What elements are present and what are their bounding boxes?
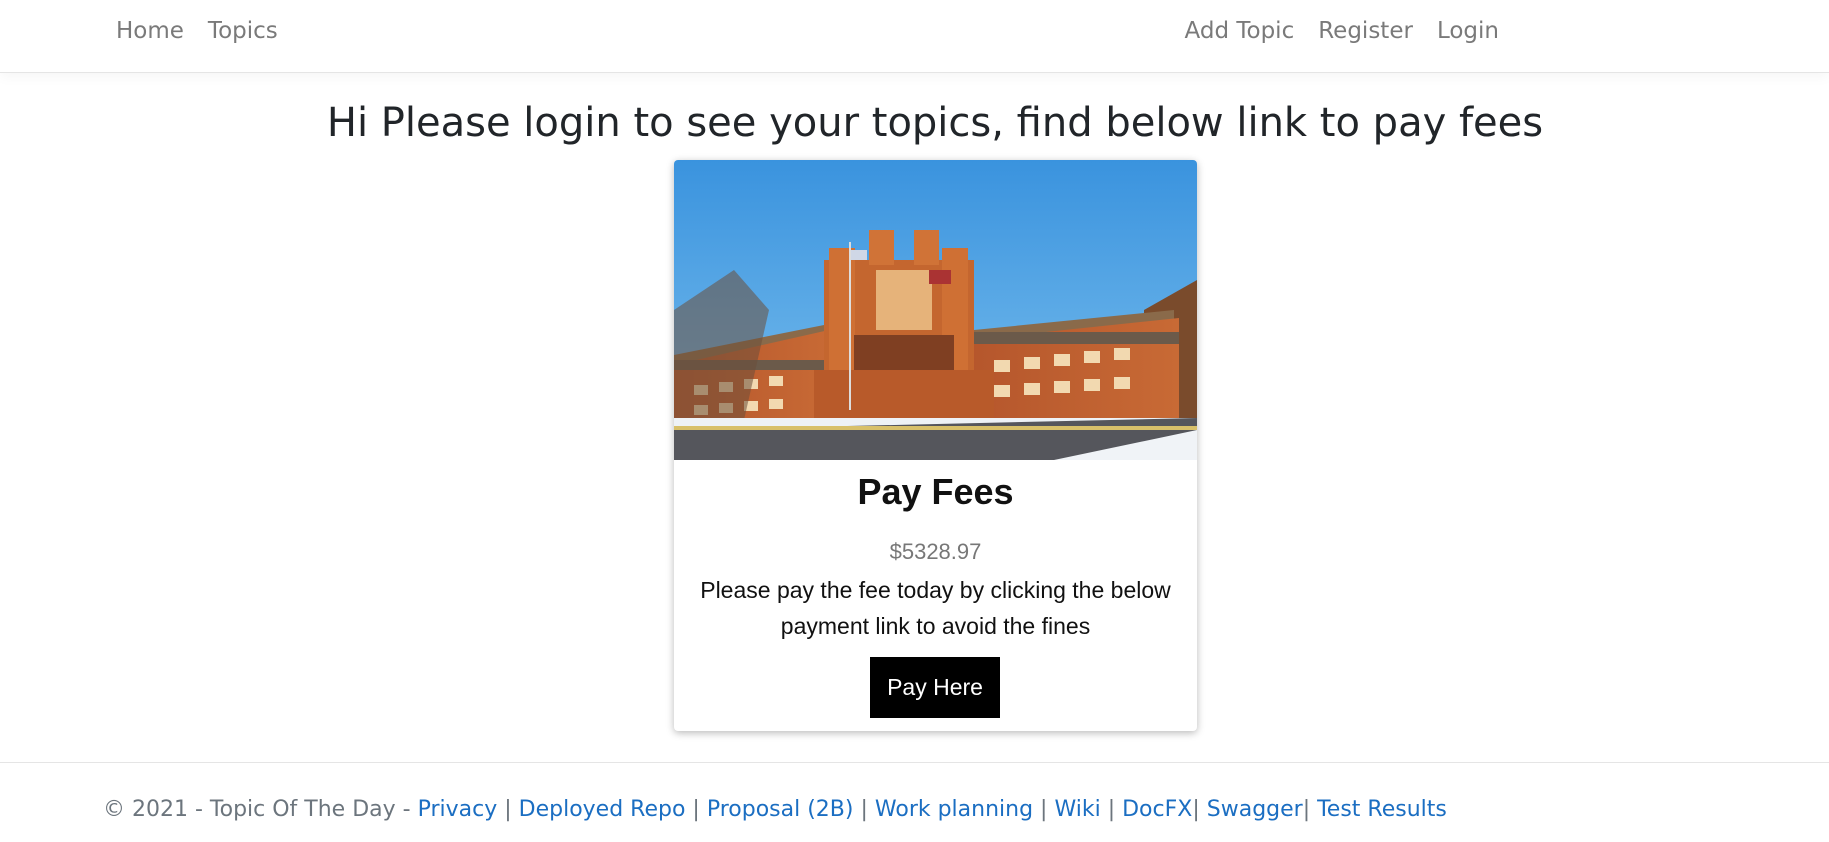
page-heading: Hi Please login to see your topics, find… (326, 100, 1544, 146)
footer-separator: | (1302, 797, 1318, 822)
footer: © 2021 - Topic Of The Day - Privacy | De… (0, 762, 1829, 842)
footer-separator: | (853, 797, 875, 822)
footer-work-planning-link[interactable]: Work planning (875, 797, 1033, 822)
footer-deployed-repo-link[interactable]: Deployed Repo (519, 797, 686, 822)
footer-separator: | (1033, 797, 1055, 822)
card-price: $5328.97 (889, 539, 982, 564)
card-description: Please pay the fee today by clicking the… (700, 577, 1171, 639)
card-title: Pay Fees (857, 471, 1014, 512)
school-building-image (674, 160, 1197, 460)
footer-docfx-link[interactable]: DocFX (1122, 797, 1192, 822)
footer-line: © 2021 - Topic Of The Day - Privacy | De… (103, 797, 1447, 822)
footer-proposal-link[interactable]: Proposal (2B) (707, 797, 854, 822)
footer-swagger-link[interactable]: Swagger (1207, 797, 1303, 822)
nav-home-link[interactable]: Home (104, 18, 196, 44)
pay-fees-card: Pay Fees $5328.97 Please pay the fee tod… (674, 160, 1197, 731)
footer-separator: | (685, 797, 707, 822)
footer-copyright: © 2021 - Topic Of The Day - (103, 797, 418, 822)
nav-right-group: Add Topic Register Login (1173, 0, 1511, 61)
footer-separator: | (1100, 797, 1123, 822)
nav-topics-link[interactable]: Topics (196, 18, 290, 44)
nav-add-topic-link[interactable]: Add Topic (1173, 18, 1307, 44)
top-navbar: Home Topics Add Topic Register Login (0, 0, 1829, 73)
footer-privacy-link[interactable]: Privacy (418, 797, 498, 822)
footer-test-results-link[interactable]: Test Results (1317, 797, 1447, 822)
footer-separator: | (1192, 797, 1207, 822)
nav-login-link[interactable]: Login (1425, 18, 1511, 44)
footer-wiki-link[interactable]: Wiki (1054, 797, 1100, 822)
nav-register-link[interactable]: Register (1306, 18, 1425, 44)
nav-left-group: Home Topics (104, 0, 290, 61)
pay-here-button[interactable]: Pay Here (870, 657, 1000, 718)
footer-separator: | (497, 797, 519, 822)
